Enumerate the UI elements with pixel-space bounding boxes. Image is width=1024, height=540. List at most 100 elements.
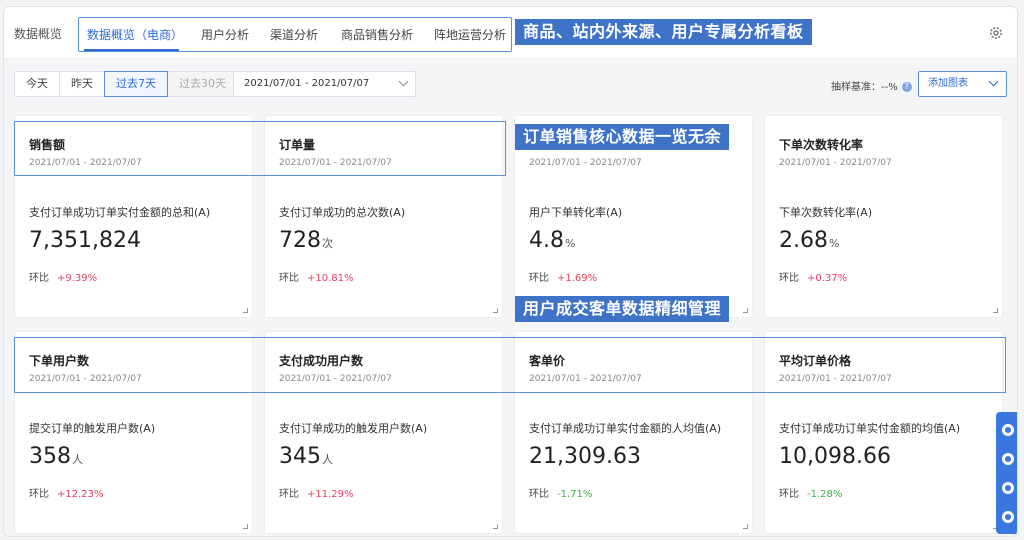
tab-product-sales-analysis[interactable]: 商品销售分析 (341, 26, 413, 43)
metric-value: 10,098.66 (779, 444, 891, 469)
floating-toolbar (996, 412, 1017, 534)
comparison-delta: +12.23% (57, 489, 104, 500)
dashboard-window: 数据概览 数据概览（电商） 用户分析 渠道分析 商品销售分析 阵地运营分析 商品… (3, 6, 1018, 537)
metric-comparison: 环比 +10.81% (279, 269, 354, 284)
metric-card[interactable]: 销售额 2021/07/01 - 2021/07/07 支付订单成功订单实付金额的总… (14, 115, 253, 318)
comparison-delta: +1.69% (557, 273, 598, 284)
chat-icon[interactable] (1002, 482, 1014, 494)
metric-comparison: 环比 +12.23% (29, 485, 104, 500)
metric-unit: 人 (72, 453, 83, 466)
refresh-icon[interactable] (1002, 424, 1014, 436)
metric-comparison: 环比 +11.29% (279, 485, 354, 500)
metric-description: 支付订单成功的触发用户数(A) (279, 422, 428, 435)
metric-value-wrap: 345人 (279, 444, 333, 469)
comparison-label: 环比 (29, 489, 49, 500)
metric-unit: % (565, 237, 576, 250)
metric-value-wrap: 728次 (279, 228, 333, 253)
annotation-banner-users: 用户成交客单数据精细管理 (515, 296, 730, 322)
metric-card[interactable]: 支付成功用户数 2021/07/01 - 2021/07/07 支付订单成功的触发用… (264, 331, 503, 534)
comparison-delta: +0.37% (807, 273, 848, 284)
comparison-delta: +11.29% (307, 489, 354, 500)
metric-value: 728 (279, 228, 321, 253)
metric-description: 用户下单转化率(A) (529, 206, 623, 219)
metric-value-wrap: 2.68% (779, 228, 839, 253)
metric-description: 支付订单成功订单实付金额的均值(A) (779, 422, 961, 435)
metric-card[interactable]: 客单价 2021/07/01 - 2021/07/07 支付订单成功订单实付金额的人… (514, 331, 753, 534)
metric-date-range: 2021/07/01 - 2021/07/07 (779, 158, 892, 168)
tab-user-analysis[interactable]: 用户分析 (201, 26, 249, 43)
comparison-delta: -1.71% (557, 489, 593, 500)
resize-handle[interactable] (993, 308, 998, 313)
add-chart-label: 添加图表 (928, 78, 968, 89)
last-7-days-button[interactable]: 过去7天 (104, 71, 168, 97)
tab-channel-analysis[interactable]: 渠道分析 (270, 26, 318, 43)
comparison-label: 环比 (529, 489, 549, 500)
tab-overview-ecommerce[interactable]: 数据概览（电商） (87, 26, 183, 43)
resize-handle[interactable] (243, 524, 248, 529)
comparison-label: 环比 (279, 489, 299, 500)
last-30-days-button[interactable]: 过去30天 (167, 71, 238, 97)
metric-value: 4.8 (529, 228, 564, 253)
compass-icon[interactable] (1002, 453, 1014, 465)
metric-value-wrap: 358人 (29, 444, 83, 469)
metric-description: 支付订单成功订单实付金额的总和(A) (29, 206, 211, 219)
date-range-picker[interactable]: 2021/07/01 - 2021/07/07 (233, 71, 416, 97)
metric-value-wrap: 10,098.66 (779, 444, 892, 469)
comparison-label: 环比 (779, 273, 799, 284)
metric-value: 345 (279, 444, 321, 469)
metric-date-range: 2021/07/01 - 2021/07/07 (529, 374, 642, 384)
comparison-label: 环比 (529, 273, 549, 284)
metric-title: 销售额 (29, 138, 66, 152)
metric-card[interactable]: 下单次数转化率 2021/07/01 - 2021/07/07 下单次数转化率(A)… (764, 115, 1003, 318)
metric-value: 2.68 (779, 228, 828, 253)
metric-date-range: 2021/07/01 - 2021/07/07 (529, 158, 642, 168)
add-chart-dropdown[interactable]: 添加图表 (918, 71, 1007, 97)
tab-position-operation-analysis[interactable]: 阵地运营分析 (434, 26, 506, 43)
metric-date-range: 2021/07/01 - 2021/07/07 (29, 374, 142, 384)
sample-rate-text: 抽样基准：--% (831, 82, 898, 93)
resize-handle[interactable] (493, 308, 498, 313)
annotation-banner-orders: 订单销售核心数据一览无余 (515, 124, 730, 150)
resize-handle[interactable] (743, 524, 748, 529)
metric-unit: % (828, 237, 840, 250)
metric-comparison: 环比 +0.37% (779, 269, 847, 284)
metric-comparison: 环比 -1.71% (529, 485, 592, 500)
comparison-label: 环比 (779, 489, 799, 500)
metric-date-range: 2021/07/01 - 2021/07/07 (279, 158, 392, 168)
metric-title: 平均订单价格 (779, 354, 852, 368)
metric-date-range: 2021/07/01 - 2021/07/07 (279, 374, 392, 384)
tab-strip: 数据概览（电商） 用户分析 渠道分析 商品销售分析 阵地运营分析 (78, 17, 512, 52)
metric-card[interactable]: 平均订单价格 2021/07/01 - 2021/07/07 支付订单成功订单实付金… (764, 331, 1003, 534)
resize-handle[interactable] (743, 308, 748, 313)
metric-value-wrap: 4.8% (529, 228, 575, 253)
chevron-down-icon (398, 76, 409, 87)
metric-value: 7,351,824 (29, 228, 141, 253)
filter-toolbar: 今天 昨天 过去7天 过去30天 2021/07/01 - 2021/07/07… (4, 59, 1017, 115)
active-tab-indicator (84, 49, 179, 51)
yesterday-button[interactable]: 昨天 (59, 71, 105, 97)
comparison-delta: +10.81% (307, 273, 354, 284)
metric-card[interactable]: 订单量 2021/07/01 - 2021/07/07 支付订单成功的总次数(A) 7… (264, 115, 503, 318)
help-icon[interactable]: ? (901, 82, 912, 92)
annotation-banner-dashboards: 商品、站内外来源、用户专属分析看板 (515, 19, 812, 45)
resize-handle[interactable] (243, 308, 248, 313)
chevron-down-icon (988, 76, 999, 87)
metric-value: 358 (29, 444, 71, 469)
today-button[interactable]: 今天 (14, 71, 60, 97)
add-icon[interactable] (1002, 511, 1014, 523)
gear-icon[interactable] (988, 25, 1004, 41)
metric-card[interactable]: 下单用户数 2021/07/01 - 2021/07/07 提交订单的触发用户数(A… (14, 331, 253, 534)
metric-comparison: 环比 -1.28% (779, 485, 842, 500)
metric-value-wrap: 21,309.63 (529, 444, 642, 469)
metric-comparison: 环比 +1.69% (529, 269, 597, 284)
metric-description: 下单次数转化率(A) (779, 206, 873, 219)
comparison-label: 环比 (29, 273, 49, 284)
metric-comparison: 环比 +9.39% (29, 269, 97, 284)
resize-handle[interactable] (493, 524, 498, 529)
metric-title: 下单用户数 (29, 354, 90, 368)
metric-description: 提交订单的触发用户数(A) (29, 422, 156, 435)
metric-description: 支付订单成功订单实付金额的人均值(A) (529, 422, 722, 435)
metric-title: 下单次数转化率 (779, 138, 864, 152)
comparison-label: 环比 (279, 273, 299, 284)
comparison-delta: -1.28% (807, 489, 843, 500)
